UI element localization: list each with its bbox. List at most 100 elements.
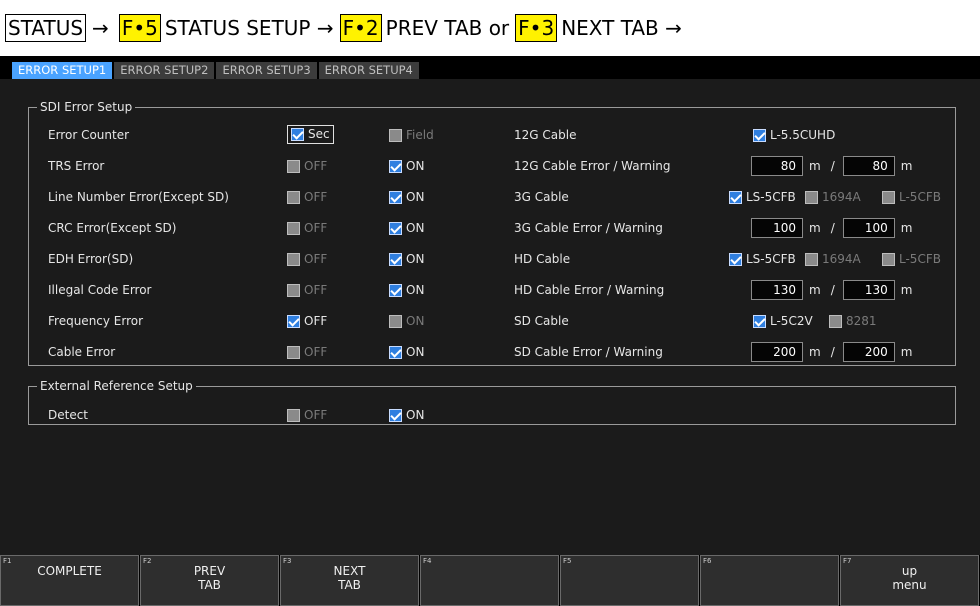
f5-text: STATUS SETUP → <box>164 16 334 40</box>
frequency-error-option-b: ON <box>389 311 424 331</box>
cable-error-off-checkbox[interactable]: OFF <box>287 342 327 362</box>
tab-error-setup2[interactable]: ERROR SETUP2 <box>114 62 215 79</box>
line-number-error-except-sd-on-checkbox[interactable]: ON <box>389 187 424 207</box>
checkbox-checked-icon <box>729 190 742 204</box>
edh-error-sd-label: EDH Error(SD) <box>48 252 134 266</box>
3g-cable-ls-5cfb-checkbox[interactable]: LS-5CFB <box>729 187 796 207</box>
f1-complete-button[interactable]: F1 COMPLETE <box>0 555 139 606</box>
sd-cable-l-5c2v-checkbox[interactable]: L-5C2V <box>753 311 813 331</box>
checkbox-checked-icon <box>753 128 766 142</box>
checkbox-checked-icon <box>729 252 742 266</box>
cable-error-option-b: ON <box>389 342 424 362</box>
illegal-code-error-off-checkbox[interactable]: OFF <box>287 280 327 300</box>
detect-on-checkbox[interactable]: ON <box>389 405 424 425</box>
checkbox-unchecked-icon <box>882 252 895 266</box>
cable-error-on-checkbox[interactable]: ON <box>389 342 424 362</box>
checkbox-unchecked-icon <box>389 128 402 142</box>
illegal-code-error-on-checkbox[interactable]: ON <box>389 280 424 300</box>
3g-cable-error-warning-error-field[interactable]: 100 <box>751 218 803 238</box>
frequency-error-on-checkbox[interactable]: ON <box>389 311 424 331</box>
hd-cable-error-warning-label: HD Cable Error / Warning <box>514 283 665 297</box>
3g-cable-l-5cfb-checkbox[interactable]: L-5CFB <box>882 187 941 207</box>
checkbox-checked-icon <box>287 314 300 328</box>
tab-error-setup1[interactable]: ERROR SETUP1 <box>12 62 113 79</box>
f4-empty-button[interactable]: F4 <box>420 555 559 606</box>
line-number-error-except-sd-label: Line Number Error(Except SD) <box>48 190 229 204</box>
external-reference-legend: External Reference Setup <box>40 379 193 393</box>
hd-cable-error-warning-warning-field[interactable]: 130 <box>842 280 895 300</box>
3g-cable-label: 3G Cable <box>514 190 569 204</box>
checkbox-unchecked-icon <box>389 314 402 328</box>
trs-error-off-checkbox[interactable]: OFF <box>287 156 327 176</box>
checkbox-checked-icon <box>389 252 402 266</box>
hd-cable-error-warning-error-field[interactable]: 130 <box>751 280 803 300</box>
hd-cable-error-warning: 130 m/130 m <box>751 280 922 300</box>
edh-error-sd-option-a: OFF <box>287 249 327 269</box>
sd-cable-error-warning: 200 m/200 m <box>751 342 922 362</box>
illegal-code-error-label: Illegal Code Error <box>48 283 152 297</box>
12g-cable-error-warning-error-field[interactable]: 80 <box>751 156 803 176</box>
tab-error-setup3[interactable]: ERROR SETUP3 <box>216 62 317 79</box>
checkbox-unchecked-icon <box>287 408 300 422</box>
line-number-error-except-sd-option-a: OFF <box>287 187 327 207</box>
illegal-code-error-option-a: OFF <box>287 280 327 300</box>
trs-error-option-a: OFF <box>287 156 327 176</box>
f3-next-tab-button[interactable]: F3 NEXT TAB <box>280 555 419 606</box>
3g-cable-error-warning: 100 m/100 m <box>751 218 922 238</box>
12g-cable-error-warning-warning-field[interactable]: 80 <box>842 156 895 176</box>
checkbox-checked-icon <box>389 221 402 235</box>
f2-text: PREV TAB or <box>385 16 510 40</box>
checkbox-unchecked-icon <box>287 190 300 204</box>
f2-key: F•2 <box>339 14 382 42</box>
hd-cable-ls-5cfb-checkbox[interactable]: LS-5CFB <box>729 249 796 269</box>
sd-cable-error-warning-error-field[interactable]: 200 <box>751 342 803 362</box>
sd-cable-label: SD Cable <box>514 314 569 328</box>
hd-cable-l-5cfb-checkbox[interactable]: L-5CFB <box>882 249 941 269</box>
trs-error-on-checkbox[interactable]: ON <box>389 156 424 176</box>
3g-cable-error-warning-label: 3G Cable Error / Warning <box>514 221 663 235</box>
line-number-error-except-sd-off-checkbox[interactable]: OFF <box>287 187 327 207</box>
detect-off-checkbox[interactable]: OFF <box>287 405 327 425</box>
cable-error-label: Cable Error <box>48 345 116 359</box>
checkbox-unchecked-icon <box>882 190 895 204</box>
sdi-error-setup-legend: SDI Error Setup <box>40 100 133 114</box>
frequency-error-off-checkbox[interactable]: OFF <box>287 311 327 331</box>
12g-cable-error-warning-label: 12G Cable Error / Warning <box>514 159 671 173</box>
12g-cable-label: 12G Cable <box>514 128 577 142</box>
f7-up-menu-button[interactable]: F7 up menu <box>840 555 979 606</box>
error-counter-sec-checkbox[interactable]: Sec <box>287 125 334 144</box>
error-counter-field-checkbox[interactable]: Field <box>389 125 434 145</box>
crc-error-except-sd-on-checkbox[interactable]: ON <box>389 218 424 238</box>
f6-empty-button[interactable]: F6 <box>700 555 839 606</box>
edh-error-sd-off-checkbox[interactable]: OFF <box>287 249 327 269</box>
checkbox-checked-icon <box>389 190 402 204</box>
checkbox-checked-icon <box>389 159 402 173</box>
edh-error-sd-on-checkbox[interactable]: ON <box>389 249 424 269</box>
setup-panel: SDI Error Setup Error Counter Sec Field TRS… <box>0 79 980 555</box>
sd-cable-error-warning-warning-field[interactable]: 200 <box>842 342 895 362</box>
3g-cable-error-warning-warning-field[interactable]: 100 <box>842 218 895 238</box>
navigation-path: STATUS → F•5 STATUS SETUP → F•2 PREV TAB… <box>0 0 980 56</box>
3g-cable-1694a-checkbox[interactable]: 1694A <box>805 187 861 207</box>
trs-error-label: TRS Error <box>48 159 105 173</box>
frequency-error-label: Frequency Error <box>48 314 144 328</box>
f2-prev-tab-button[interactable]: F2 PREV TAB <box>140 555 279 606</box>
hd-cable-1694a-checkbox[interactable]: 1694A <box>805 249 861 269</box>
crc-error-except-sd-label: CRC Error(Except SD) <box>48 221 177 235</box>
cable-error-option-a: OFF <box>287 342 327 362</box>
checkbox-unchecked-icon <box>287 283 300 297</box>
tab-error-setup4[interactable]: ERROR SETUP4 <box>318 62 419 79</box>
detect-label: Detect <box>48 408 89 422</box>
checkbox-unchecked-icon <box>805 252 818 266</box>
error-counter-label: Error Counter <box>48 128 130 142</box>
error-counter-option-b: Field <box>389 125 434 145</box>
checkbox-checked-icon <box>389 345 402 359</box>
sd-cable-8281-checkbox[interactable]: 8281 <box>829 311 877 331</box>
12g-cable-l-5-5cuhd-checkbox[interactable]: L-5.5CUHD <box>753 125 835 145</box>
edh-error-sd-option-b: ON <box>389 249 424 269</box>
checkbox-unchecked-icon <box>287 221 300 235</box>
crc-error-except-sd-off-checkbox[interactable]: OFF <box>287 218 327 238</box>
f5-empty-button[interactable]: F5 <box>560 555 699 606</box>
checkbox-unchecked-icon <box>287 345 300 359</box>
trs-error-option-b: ON <box>389 156 424 176</box>
